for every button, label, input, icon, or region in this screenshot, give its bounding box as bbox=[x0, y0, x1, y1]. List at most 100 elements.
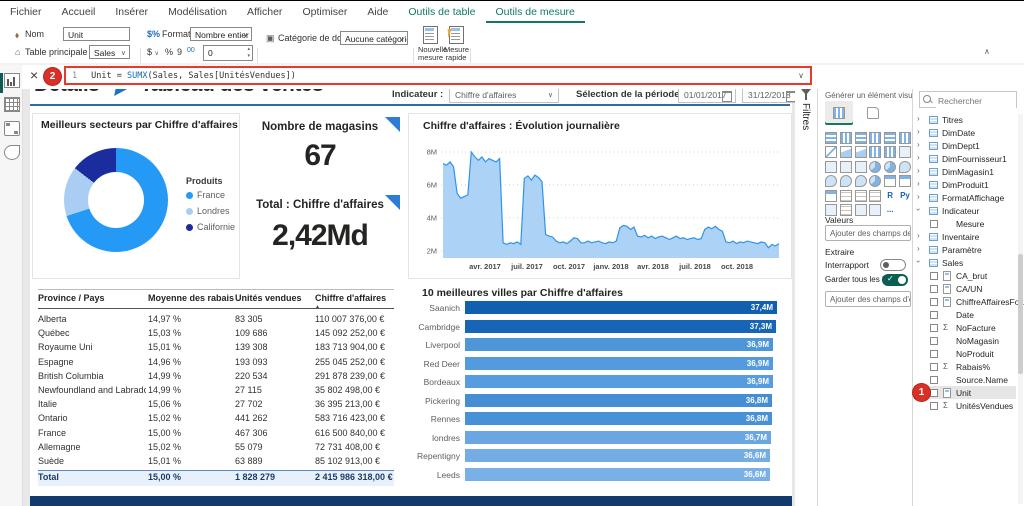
ribbon-tab-afficher[interactable]: Afficher bbox=[237, 1, 292, 23]
field-search[interactable] bbox=[919, 91, 1017, 108]
expand-chevron-icon[interactable]: › bbox=[917, 127, 920, 136]
stacked-bar-chart-icon[interactable] bbox=[825, 132, 837, 144]
expand-chevron-icon[interactable]: › bbox=[917, 231, 920, 240]
expand-chevron-icon[interactable]: › bbox=[917, 140, 920, 149]
field-checkbox[interactable] bbox=[930, 402, 938, 410]
ribbon-tab-mod-lisation[interactable]: Modélisation bbox=[158, 1, 237, 23]
field-tree-item-indicateur[interactable]: ›Indicateur bbox=[913, 205, 1018, 218]
funnel-chart-icon[interactable] bbox=[840, 161, 852, 173]
line-chart-icon[interactable] bbox=[825, 146, 837, 158]
kpi-icon[interactable] bbox=[825, 190, 837, 202]
field-tree-item-dimproduit1[interactable]: ›DimProduit1 bbox=[913, 179, 1018, 192]
field-tree-item-titres[interactable]: ›Titres bbox=[913, 114, 1018, 127]
scrollbar[interactable] bbox=[1018, 114, 1023, 504]
percent-format-icon[interactable]: % bbox=[165, 47, 173, 57]
more-options-icon[interactable]: ... bbox=[884, 204, 896, 216]
ribbon-tab-ins-rer[interactable]: Insérer bbox=[105, 1, 158, 23]
table-cell[interactable]: 145 092 252,00 € bbox=[315, 328, 423, 338]
ribbon-chart-icon[interactable] bbox=[899, 146, 911, 158]
multi-row-card-icon[interactable] bbox=[899, 175, 911, 187]
field-checkbox[interactable] bbox=[930, 285, 938, 293]
field-tree-item-dimfournisseur1[interactable]: ›DimFournisseur1 bbox=[913, 153, 1018, 166]
bar[interactable]: 36,6M bbox=[465, 468, 770, 481]
table-icon[interactable] bbox=[855, 190, 867, 202]
field-checkbox[interactable] bbox=[930, 272, 938, 280]
format-select[interactable]: Nombre entier∨ bbox=[190, 27, 252, 41]
measure-name-input[interactable]: Unit bbox=[63, 27, 130, 41]
field-tree-item-formataffichage[interactable]: ›FormatAffichage bbox=[913, 192, 1018, 205]
column-header[interactable]: Chiffre d'affaires bbox=[315, 293, 420, 303]
table-cell[interactable]: 183 713 904,00 € bbox=[315, 342, 423, 352]
table-cell[interactable]: 35 802 498,00 € bbox=[315, 385, 423, 395]
format-visual-tab[interactable] bbox=[859, 101, 887, 125]
decimal-places-icon[interactable]: 00 bbox=[187, 47, 195, 54]
expand-chevron-icon[interactable]: › bbox=[917, 179, 920, 188]
ribbon-tab-accueil[interactable]: Accueil bbox=[52, 1, 106, 23]
bar[interactable]: 36,8M bbox=[465, 412, 772, 425]
field-checkbox[interactable] bbox=[930, 324, 938, 332]
field-tree-item-nomagasin[interactable]: NoMagasin bbox=[913, 335, 1018, 348]
drillthrough-field-well[interactable]: Ajouter des champs d'extr... bbox=[825, 291, 911, 307]
table-cell[interactable]: 72 731 408,00 € bbox=[315, 442, 423, 452]
field-tree-item-chiffreaffairesfor-[interactable]: ChiffreAffairesFor... bbox=[913, 296, 1018, 309]
treemap-icon[interactable] bbox=[899, 161, 911, 173]
table-cell[interactable]: Italie bbox=[38, 399, 146, 409]
thousands-separator-icon[interactable]: 9 bbox=[177, 47, 182, 57]
ribbon-tab-optimiser[interactable]: Optimiser bbox=[292, 1, 357, 23]
field-tree-item-date[interactable]: Date bbox=[913, 309, 1018, 322]
formula-input[interactable]: 1 Unit = SUMX(Sales, Sales[UnitésVendues… bbox=[64, 66, 812, 85]
field-checkbox[interactable] bbox=[930, 220, 938, 228]
custom-visual-icon[interactable] bbox=[869, 204, 881, 216]
cross-report-toggle[interactable] bbox=[880, 259, 906, 271]
field-checkbox[interactable] bbox=[930, 389, 938, 397]
bar[interactable]: 37,3M bbox=[465, 320, 776, 333]
scatter-chart-icon[interactable] bbox=[855, 161, 867, 173]
values-field-well[interactable]: Ajouter des champs de don... bbox=[825, 225, 911, 241]
table-visual[interactable]: Province / PaysMoyenne des rabaisUnités … bbox=[30, 287, 402, 487]
keep-filters-toggle[interactable]: ✓ bbox=[882, 274, 908, 286]
bar[interactable]: 36,9M bbox=[465, 357, 773, 370]
pie-chart-icon[interactable] bbox=[869, 161, 881, 173]
home-table-select[interactable]: Sales∨ bbox=[89, 45, 130, 59]
field-tree-item-ca-un[interactable]: CA/UN bbox=[913, 283, 1018, 296]
column-header[interactable]: Province / Pays bbox=[38, 293, 143, 303]
expand-chevron-icon[interactable]: › bbox=[917, 166, 920, 175]
line-and-clustered-column-chart-icon[interactable] bbox=[884, 146, 896, 158]
table-cell[interactable]: France bbox=[38, 428, 146, 438]
bar[interactable]: 36,9M bbox=[465, 375, 773, 388]
clustered-column-chart-icon[interactable] bbox=[869, 132, 881, 144]
decimal-places-stepper[interactable]: 0 ▴▾ bbox=[203, 45, 253, 61]
matrix-icon[interactable] bbox=[869, 190, 881, 202]
field-checkbox[interactable] bbox=[930, 311, 938, 319]
100-stacked-column-chart-icon[interactable] bbox=[899, 132, 911, 144]
area-chart-icon[interactable] bbox=[840, 146, 852, 158]
field-tree-item-unit-svendues[interactable]: ΣUnitésVendues bbox=[913, 400, 1018, 413]
quick-measure-button[interactable]: Mesure rapide bbox=[444, 26, 468, 62]
table-cell[interactable]: British Columbia bbox=[38, 371, 146, 381]
build-visual-tab[interactable] bbox=[825, 101, 853, 125]
donut-chart-visual[interactable]: Meilleurs secteurs par Chiffre d'affaire… bbox=[32, 113, 240, 279]
legend-item-londres[interactable]: Londres bbox=[186, 206, 230, 216]
field-tree-item-dimdate[interactable]: ›DimDate bbox=[913, 127, 1018, 140]
shape-map-icon[interactable] bbox=[855, 175, 867, 187]
table-cell[interactable]: 616 500 840,00 € bbox=[315, 428, 423, 438]
table-cell[interactable]: 291 878 239,00 € bbox=[315, 371, 423, 381]
bar[interactable]: 36,9M bbox=[465, 338, 773, 351]
ribbon-tab-aide[interactable]: Aide bbox=[357, 1, 398, 23]
field-tree-item-sales[interactable]: ›Sales bbox=[913, 257, 1018, 270]
ribbon-tab-outils-de-mesure[interactable]: Outils de mesure bbox=[486, 1, 585, 23]
field-tree-item-rabais-[interactable]: ΣRabais% bbox=[913, 361, 1018, 374]
bar[interactable]: 36,7M bbox=[465, 431, 771, 444]
search-input[interactable] bbox=[936, 93, 1016, 108]
field-tree-item-dimmagasin1[interactable]: ›DimMagasin1 bbox=[913, 166, 1018, 179]
expand-chevron-icon[interactable]: › bbox=[917, 244, 920, 253]
field-checkbox[interactable] bbox=[930, 363, 938, 371]
stepper-arrows-icon[interactable]: ▴▾ bbox=[247, 46, 250, 60]
expand-chevron-icon[interactable]: › bbox=[917, 153, 920, 162]
field-tree-item-ca-brut[interactable]: CA_brut bbox=[913, 270, 1018, 283]
bar[interactable]: 36,6M bbox=[465, 449, 770, 462]
filled-map-icon[interactable] bbox=[840, 175, 852, 187]
area-chart[interactable]: 8M6M4M2Mavr. 2017juil. 2017oct. 2017janv… bbox=[417, 134, 783, 274]
table-cell[interactable]: 583 716 423,00 € bbox=[315, 413, 423, 423]
collapse-chevron-icon[interactable]: › bbox=[914, 208, 923, 211]
